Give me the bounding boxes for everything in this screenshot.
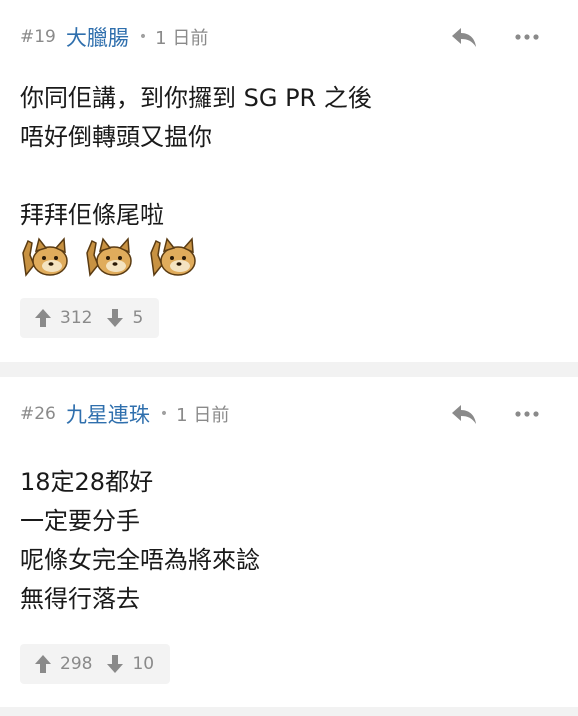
content-line: 你同佢講，到你攞到 SG PR 之後: [20, 84, 372, 112]
content-line: 呢條女完全唔為將來諗: [20, 546, 260, 574]
content-line: 無得行落去: [20, 585, 140, 613]
post-time: 1 日前: [176, 405, 230, 426]
doge-emoji-icon: [150, 237, 196, 277]
vote-bar: 298 10: [20, 644, 171, 684]
floor-number: #19: [20, 27, 56, 47]
reply-icon[interactable]: [450, 402, 478, 426]
doge-emoji-icon: [22, 237, 68, 277]
author-name[interactable]: 大臘腸: [66, 22, 129, 52]
upvote-button[interactable]: 298: [34, 654, 92, 674]
floor-number: #26: [20, 404, 56, 424]
downvote-button[interactable]: 5: [106, 308, 143, 328]
post-content: 你同佢講，到你攞到 SG PR 之後 唔好倒轉頭又揾你 拜拜佢條尾啦: [20, 79, 558, 279]
meta-separator: •: [138, 29, 148, 45]
post-header: #26 九星連珠 • 1 日前: [20, 399, 558, 429]
doge-emoji-icon: [86, 237, 132, 277]
post-header: #19 大臘腸 • 1 日前: [20, 22, 558, 52]
downvote-count: 10: [132, 654, 155, 674]
upvote-button[interactable]: 312: [34, 308, 92, 328]
content-line: [20, 157, 558, 196]
post-time: 1 日前: [155, 28, 209, 49]
content-line: 唔好倒轉頭又揾你: [20, 123, 212, 151]
post-19: #19 大臘腸 • 1 日前 你同佢講，到你攞到 SG PR 之後 唔好倒轉頭又…: [0, 0, 578, 362]
downvote-count: 5: [132, 308, 144, 328]
post-actions: [450, 22, 540, 52]
upvote-count: 298: [60, 654, 93, 674]
post-content: 18定28都好 一定要分手 呢條女完全唔為將來諗 無得行落去: [20, 463, 558, 619]
author-name[interactable]: 九星連珠: [66, 399, 150, 429]
upvote-icon: [35, 655, 51, 673]
reply-icon[interactable]: [450, 25, 478, 49]
content-line: 18定28都好: [20, 468, 154, 496]
content-line: 拜拜佢條尾啦: [20, 201, 164, 229]
downvote-button[interactable]: 10: [106, 654, 154, 674]
post-actions: [450, 399, 540, 429]
vote-bar: 312 5: [20, 298, 160, 338]
content-line: 一定要分手: [20, 507, 140, 535]
downvote-icon: [107, 655, 124, 673]
more-icon[interactable]: [514, 33, 540, 41]
meta-separator: •: [159, 406, 169, 422]
upvote-count: 312: [60, 308, 93, 328]
post-26: #26 九星連珠 • 1 日前 18定28都好 一定要分手 呢條女完全唔為將來諗…: [0, 377, 578, 707]
more-icon[interactable]: [514, 410, 540, 418]
downvote-icon: [107, 309, 124, 327]
emoji-row: [20, 235, 558, 279]
upvote-icon: [35, 309, 51, 327]
